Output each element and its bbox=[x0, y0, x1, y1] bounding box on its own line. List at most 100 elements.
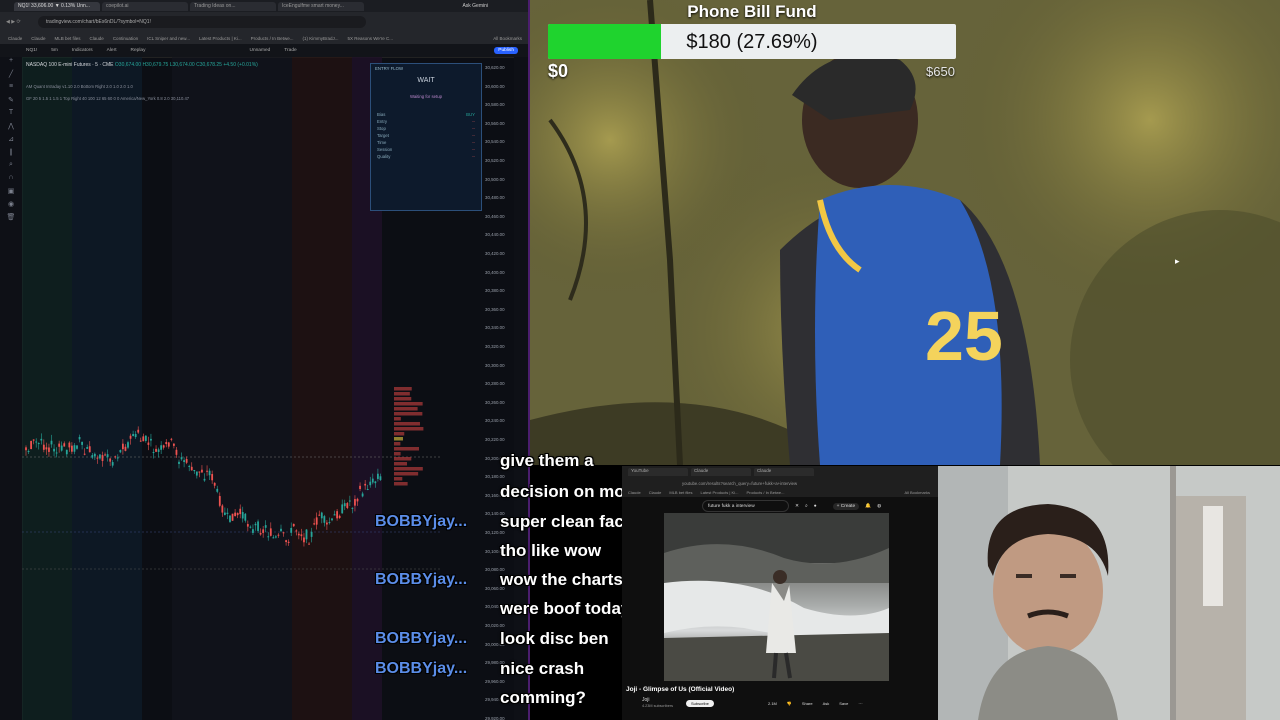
bookmark[interactable]: MLB bet files bbox=[669, 490, 692, 495]
magnet-icon[interactable]: ∩ bbox=[0, 174, 22, 187]
channel-name[interactable]: Joji bbox=[642, 697, 650, 703]
back-forward-reload-icons[interactable]: ◀ ▶ ⟳ bbox=[6, 19, 38, 25]
entry-row-label: Session bbox=[377, 147, 393, 152]
bookmark[interactable]: Claude bbox=[31, 36, 45, 41]
candle-body bbox=[269, 528, 272, 536]
price-axis-label: 30,560.00 bbox=[485, 120, 505, 126]
publish-button[interactable]: Publish bbox=[494, 47, 518, 54]
candle-body bbox=[310, 531, 313, 537]
fib-icon[interactable]: ≡ bbox=[0, 83, 22, 96]
candle-body bbox=[106, 454, 109, 458]
candle-body bbox=[134, 433, 137, 438]
entry-row-label: Time bbox=[377, 140, 387, 145]
bookmark[interactable]: Products / In Betwe... bbox=[746, 490, 784, 495]
candle-body bbox=[193, 469, 196, 472]
candle-body bbox=[42, 444, 45, 450]
brush-icon[interactable]: ✎ bbox=[0, 96, 22, 109]
browser-tab[interactable]: IceEngulfme smart money... bbox=[278, 1, 364, 11]
price-axis-label: 30,260.00 bbox=[485, 399, 505, 405]
bookmark[interactable]: Claude bbox=[628, 490, 641, 495]
candle-body bbox=[252, 529, 254, 533]
price-axis-label: 30,520.00 bbox=[485, 158, 505, 163]
bookmark[interactable]: MLB bet files bbox=[55, 36, 81, 41]
bookmark[interactable]: Claude bbox=[90, 36, 104, 41]
browser-tab[interactable]: Trading Ideas on... bbox=[190, 1, 276, 11]
bookmark[interactable]: Latest Products | Ki... bbox=[701, 490, 739, 495]
candle-body bbox=[208, 470, 211, 476]
chat-message: comming? bbox=[500, 688, 586, 707]
address-bar-row: ◀ ▶ ⟳ tradingview.com/chart/bEs6nDL/?sym… bbox=[0, 12, 528, 32]
eye-icon[interactable]: ◉ bbox=[0, 200, 22, 213]
video-title[interactable]: Joji - Glimpse of Us (Official Video) bbox=[626, 686, 734, 693]
entry-message: Waiting for setup bbox=[409, 94, 443, 99]
symbol-search[interactable]: NQ1! bbox=[26, 48, 37, 53]
trendline-icon[interactable]: ╱ bbox=[0, 70, 22, 83]
indicator-legend[interactable]: AM Quant Intraday v1.10 2.0 Bottom Right… bbox=[26, 84, 133, 89]
lock-icon[interactable]: ▣ bbox=[0, 187, 22, 200]
candle-body bbox=[124, 446, 127, 451]
browser-tab[interactable]: coepilot.ai bbox=[102, 1, 188, 11]
bell-icon[interactable]: 🔔 bbox=[865, 504, 871, 509]
measure-icon[interactable]: ⊿ bbox=[0, 135, 22, 148]
trash-icon[interactable]: 🗑 bbox=[0, 213, 22, 226]
search-icon[interactable]: ⌕ bbox=[805, 503, 808, 509]
browser-tab[interactable]: YouTube bbox=[628, 468, 688, 476]
video-player[interactable] bbox=[664, 513, 889, 681]
all-bookmarks[interactable]: All Bookmarks bbox=[493, 36, 528, 41]
volume-profile-bar bbox=[394, 412, 423, 416]
candle-body bbox=[356, 498, 359, 502]
subscribe-button[interactable]: Subscribe bbox=[686, 700, 714, 707]
chat-username: BOBBYjay... bbox=[375, 571, 468, 588]
bookmark[interactable]: (1) KimmyBradJ... bbox=[302, 36, 338, 41]
text-icon[interactable]: T bbox=[0, 109, 22, 122]
indicators-button[interactable]: Indicators bbox=[72, 48, 93, 53]
dislike-icon[interactable]: 👎 bbox=[787, 701, 792, 706]
yt-address-bar[interactable]: youtube.com/results?search_query=future+… bbox=[622, 478, 938, 488]
drawing-toolbar: + ╱ ≡ ✎ T ⋀ ⊿ ∥ ⌕ ∩ ▣ ◉ 🗑 bbox=[0, 57, 23, 720]
bookmark[interactable]: Claude bbox=[649, 490, 662, 495]
alert-button[interactable]: Alert bbox=[107, 48, 117, 53]
candle-body bbox=[201, 469, 203, 473]
browser-tab[interactable]: Claude bbox=[754, 468, 814, 476]
yt-search-input[interactable]: future fukk a interview bbox=[702, 500, 789, 512]
bookmark[interactable]: Latest Products | Ki... bbox=[199, 36, 242, 41]
bookmark[interactable]: 5X Reasons We're C... bbox=[347, 36, 393, 41]
indicator-legend[interactable]: GF 20 5 1.5 1 1.5 1 Top Right 40 100 12 … bbox=[26, 96, 189, 101]
mic-icon[interactable]: ● bbox=[814, 504, 817, 509]
candle-body bbox=[369, 481, 372, 486]
bookmark[interactable]: Products / In Betwe... bbox=[251, 36, 294, 41]
ask-button[interactable]: Ask bbox=[823, 701, 830, 706]
browser-tab[interactable]: Claude bbox=[691, 468, 751, 476]
ask-gemini-button[interactable]: Ask Gemini bbox=[462, 3, 488, 9]
create-button[interactable]: + Create bbox=[832, 502, 860, 510]
interval-button[interactable]: 5m bbox=[51, 48, 58, 53]
replay-button[interactable]: Replay bbox=[131, 48, 146, 53]
candle-body bbox=[236, 512, 239, 516]
share-button[interactable]: Share bbox=[802, 701, 813, 706]
all-bookmarks[interactable]: All Bookmarks bbox=[904, 490, 938, 495]
close-icon[interactable]: ✕ bbox=[795, 504, 799, 509]
trade-button[interactable]: Trade bbox=[284, 48, 296, 53]
bookmark[interactable]: Claude bbox=[8, 36, 22, 41]
ruler-icon[interactable]: ∥ bbox=[0, 148, 22, 161]
avatar[interactable]: ◍ bbox=[877, 504, 881, 509]
candle-body bbox=[206, 470, 208, 472]
entry-row-label: Entry bbox=[377, 119, 388, 124]
candle-body bbox=[65, 449, 68, 455]
candle-body bbox=[277, 534, 280, 536]
layout-name[interactable]: Unnamed bbox=[249, 48, 270, 53]
address-bar[interactable]: tradingview.com/chart/bEs6nDL/?symbol=NQ… bbox=[38, 16, 366, 28]
save-button[interactable]: Save bbox=[839, 701, 848, 706]
candle-body bbox=[267, 536, 270, 538]
browser-tab[interactable]: NQ1! 33,606.00 ▼ 0.13% Unn... bbox=[14, 1, 100, 11]
candle-body bbox=[147, 442, 150, 445]
bookmark[interactable]: Continuation bbox=[113, 36, 138, 41]
crosshair-icon[interactable]: + bbox=[0, 57, 22, 70]
candle-body bbox=[109, 458, 112, 462]
zoom-icon[interactable]: ⌕ bbox=[0, 161, 22, 174]
more-icon[interactable]: ⋯ bbox=[858, 701, 862, 706]
pattern-icon[interactable]: ⋀ bbox=[0, 122, 22, 135]
candle-body bbox=[25, 447, 27, 451]
bookmark[interactable]: ICL Sniper and new... bbox=[147, 36, 190, 41]
like-button[interactable]: 2.1M bbox=[768, 701, 777, 706]
